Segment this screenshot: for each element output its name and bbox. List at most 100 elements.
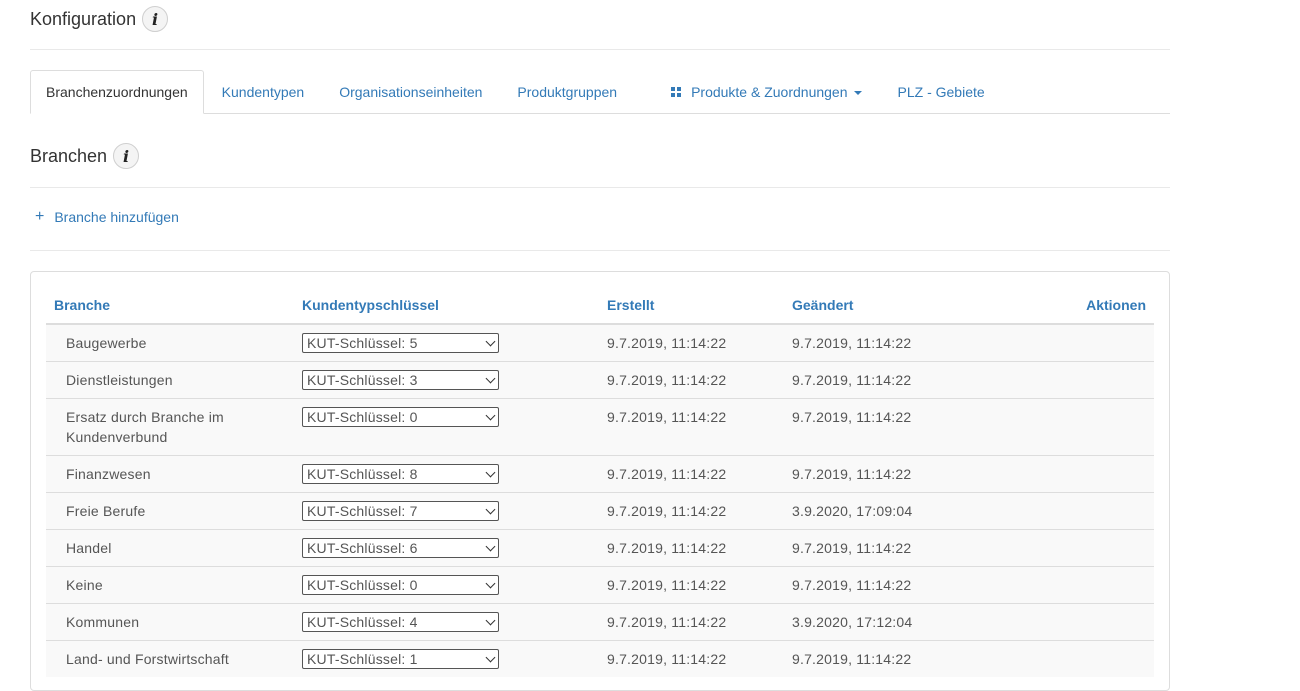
caret-down-icon <box>853 90 862 95</box>
section-title-text: Branchen <box>30 145 108 166</box>
page-title: Konfiguration i <box>30 5 169 33</box>
actions-cell <box>1044 529 1154 567</box>
tab-label: Kundentypen <box>221 83 305 100</box>
page-title-text: Konfiguration <box>30 8 137 29</box>
created-cell: 9.7.2019, 11:14:22 <box>599 361 784 399</box>
branche-name: Keine <box>46 566 294 604</box>
chevron-down-icon <box>485 578 496 589</box>
plus-icon: + <box>35 208 45 225</box>
select-value: KUT-Schlüssel: 4 <box>307 614 418 630</box>
kundentyp-select[interactable]: KUT-Schlüssel: 4 <box>302 612 499 632</box>
branche-name: Baugewerbe <box>46 323 294 362</box>
header-erstellt[interactable]: Erstellt <box>599 286 784 325</box>
kundentyp-select[interactable]: KUT-Schlüssel: 1 <box>302 649 499 669</box>
chevron-down-icon <box>485 410 496 421</box>
table-row: Baugewerbe KUT-Schlüssel: 5 9.7.2019, 11… <box>46 323 1154 362</box>
kundentyp-select[interactable]: KUT-Schlüssel: 5 <box>302 333 499 353</box>
key-cell: KUT-Schlüssel: 0 <box>294 566 599 604</box>
kundentyp-select[interactable]: KUT-Schlüssel: 7 <box>302 501 499 521</box>
branche-name: Finanzwesen <box>46 455 294 493</box>
table-row: Land- und Forstwirtschaft KUT-Schlüssel:… <box>46 640 1154 677</box>
grid-icon <box>671 86 682 97</box>
tab-label: Produkte & Zuordnungen <box>691 83 848 100</box>
changed-cell: 9.7.2019, 11:14:22 <box>784 566 1044 604</box>
key-cell: KUT-Schlüssel: 8 <box>294 455 599 493</box>
tab-produkte-zuordnungen-dropdown[interactable]: Produkte & Zuordnungen <box>654 70 878 113</box>
section-title: Branchen i <box>30 142 140 170</box>
branchen-table: Branche Kundentypschlüssel Erstellt Geän… <box>46 286 1154 677</box>
changed-cell: 9.7.2019, 11:14:22 <box>784 361 1044 399</box>
header-geaendert[interactable]: Geändert <box>784 286 1044 325</box>
header-branche[interactable]: Branche <box>46 286 294 325</box>
actions-cell <box>1044 323 1154 362</box>
add-branche-button[interactable]: + Branche hinzufügen <box>35 208 179 226</box>
select-value: KUT-Schlüssel: 5 <box>307 335 418 351</box>
table-header-row: Branche Kundentypschlüssel Erstellt Geän… <box>46 286 1154 325</box>
changed-cell: 9.7.2019, 11:14:22 <box>784 455 1044 493</box>
key-cell: KUT-Schlüssel: 0 <box>294 398 599 456</box>
info-icon[interactable]: i <box>113 143 140 169</box>
chevron-down-icon <box>485 615 496 626</box>
tab-branchenzuordnungen[interactable]: Branchenzuordnungen <box>30 70 204 114</box>
key-cell: KUT-Schlüssel: 1 <box>294 640 599 677</box>
kundentyp-select[interactable]: KUT-Schlüssel: 0 <box>302 575 499 595</box>
info-icon[interactable]: i <box>142 6 169 32</box>
tab-label: Branchenzuordnungen <box>46 84 188 100</box>
changed-cell: 3.9.2020, 17:12:04 <box>784 603 1044 641</box>
table-row: Kommunen KUT-Schlüssel: 4 9.7.2019, 11:1… <box>46 603 1154 641</box>
header-aktionen: Aktionen <box>1044 286 1154 325</box>
chevron-down-icon <box>485 467 496 478</box>
actions-cell <box>1044 455 1154 493</box>
actions-cell <box>1044 361 1154 399</box>
changed-cell: 9.7.2019, 11:14:22 <box>784 640 1044 677</box>
table-row: Dienstleistungen KUT-Schlüssel: 3 9.7.20… <box>46 361 1154 399</box>
table-row: Ersatz durch Branche im Kundenverbund KU… <box>46 398 1154 456</box>
divider <box>30 187 1170 188</box>
kundentyp-select[interactable]: KUT-Schlüssel: 8 <box>302 464 499 484</box>
divider <box>30 49 1170 50</box>
chevron-down-icon <box>485 652 496 663</box>
select-value: KUT-Schlüssel: 6 <box>307 540 418 556</box>
branchen-panel: Branche Kundentypschlüssel Erstellt Geän… <box>30 271 1170 691</box>
kundentyp-select[interactable]: KUT-Schlüssel: 3 <box>302 370 499 390</box>
actions-cell <box>1044 398 1154 456</box>
header-kundentypschluessel[interactable]: Kundentypschlüssel <box>294 286 599 325</box>
chevron-down-icon <box>485 541 496 552</box>
branche-name: Handel <box>46 529 294 567</box>
table-row: Freie Berufe KUT-Schlüssel: 7 9.7.2019, … <box>46 492 1154 530</box>
key-cell: KUT-Schlüssel: 3 <box>294 361 599 399</box>
kundentyp-select[interactable]: KUT-Schlüssel: 6 <box>302 538 499 558</box>
created-cell: 9.7.2019, 11:14:22 <box>599 455 784 493</box>
select-value: KUT-Schlüssel: 3 <box>307 372 418 388</box>
created-cell: 9.7.2019, 11:14:22 <box>599 398 784 456</box>
created-cell: 9.7.2019, 11:14:22 <box>599 529 784 567</box>
tab-plz-gebiete[interactable]: PLZ - Gebiete <box>881 70 1002 113</box>
divider <box>30 250 1170 251</box>
created-cell: 9.7.2019, 11:14:22 <box>599 566 784 604</box>
select-value: KUT-Schlüssel: 0 <box>307 577 418 593</box>
created-cell: 9.7.2019, 11:14:22 <box>599 492 784 530</box>
changed-cell: 9.7.2019, 11:14:22 <box>784 323 1044 362</box>
branche-name: Freie Berufe <box>46 492 294 530</box>
select-value: KUT-Schlüssel: 8 <box>307 466 418 482</box>
tab-kundentypen[interactable]: Kundentypen <box>205 70 322 113</box>
table-row: Finanzwesen KUT-Schlüssel: 8 9.7.2019, 1… <box>46 455 1154 493</box>
tab-organisationseinheiten[interactable]: Organisationseinheiten <box>322 70 499 113</box>
tab-label: Produktgruppen <box>517 83 618 100</box>
created-cell: 9.7.2019, 11:14:22 <box>599 603 784 641</box>
changed-cell: 3.9.2020, 17:09:04 <box>784 492 1044 530</box>
key-cell: KUT-Schlüssel: 6 <box>294 529 599 567</box>
kundentyp-select[interactable]: KUT-Schlüssel: 0 <box>302 407 499 427</box>
table-row: Keine KUT-Schlüssel: 0 9.7.2019, 11:14:2… <box>46 566 1154 604</box>
actions-cell <box>1044 603 1154 641</box>
actions-cell <box>1044 566 1154 604</box>
chevron-down-icon <box>485 373 496 384</box>
select-value: KUT-Schlüssel: 0 <box>307 409 418 425</box>
changed-cell: 9.7.2019, 11:14:22 <box>784 398 1044 456</box>
tab-produktgruppen[interactable]: Produktgruppen <box>500 70 634 113</box>
branche-name: Ersatz durch Branche im Kundenverbund <box>46 398 294 456</box>
created-cell: 9.7.2019, 11:14:22 <box>599 323 784 362</box>
created-cell: 9.7.2019, 11:14:22 <box>599 640 784 677</box>
table-row: Handel KUT-Schlüssel: 6 9.7.2019, 11:14:… <box>46 529 1154 567</box>
tab-bar: Branchenzuordnungen Kundentypen Organisa… <box>30 70 1170 114</box>
